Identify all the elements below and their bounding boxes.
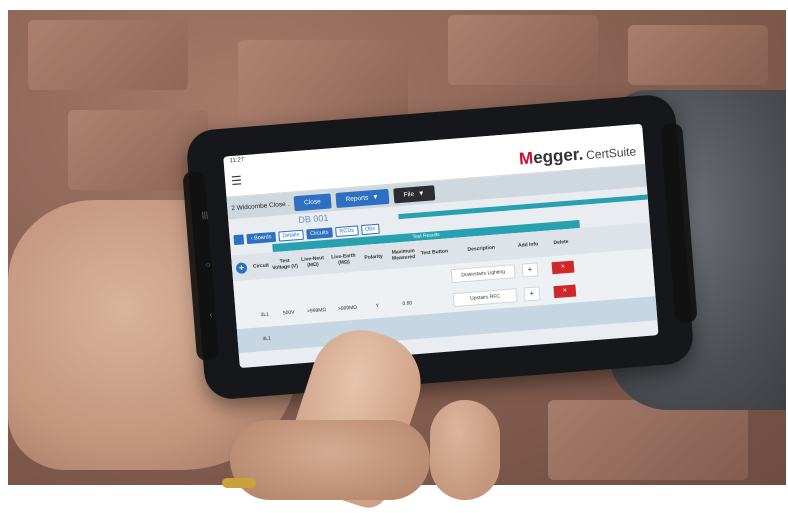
- phone: ||| ○ ‹ 11:27 ☰ Megger. CertSuite 2 Widco…: [182, 93, 698, 401]
- description-field[interactable]: Upstairs RFC: [452, 288, 518, 308]
- brand-logo: Megger. CertSuite: [518, 144, 637, 169]
- col-live-earth: Live-Earth (MΩ): [331, 252, 356, 267]
- tab-circuits[interactable]: Circuits: [305, 227, 333, 240]
- close-button[interactable]: Close: [293, 192, 332, 211]
- col-polarity: Polarity: [364, 253, 383, 261]
- tab-obs[interactable]: Obs: [360, 223, 380, 236]
- tab-boards[interactable]: ‹ Boards: [246, 231, 276, 245]
- tab-details[interactable]: Details: [278, 229, 304, 242]
- brick: [548, 400, 748, 480]
- hamburger-menu-icon[interactable]: ☰: [231, 173, 243, 188]
- col-live-neut: Live-Neut (MΩ): [300, 255, 325, 269]
- col-circuit: Circuit: [252, 262, 270, 270]
- breadcrumb: 2 Widcombe Close ...: [231, 200, 290, 212]
- description-field[interactable]: Downstairs Lighting: [450, 264, 516, 284]
- col-add-info: Add Info: [517, 241, 539, 249]
- nav-home-icon[interactable]: ○: [205, 260, 211, 269]
- delete-button[interactable]: ×: [551, 260, 575, 275]
- status-time: 11:27: [229, 157, 245, 165]
- col-zs: Maximum Measured: [391, 248, 416, 262]
- chevron-down-icon: ▼: [417, 189, 425, 198]
- add-info-button[interactable]: +: [521, 262, 539, 278]
- tab-rcds[interactable]: RCDs: [335, 225, 359, 238]
- board-title: DB 001: [298, 212, 329, 226]
- brick: [628, 25, 768, 85]
- add-circuit-button[interactable]: +: [235, 261, 248, 274]
- col-voltage: Test Voltage (V): [272, 257, 299, 272]
- app-screen: 11:27 ☰ Megger. CertSuite 2 Widcombe Clos…: [223, 123, 659, 369]
- add-info-button[interactable]: +: [523, 286, 541, 302]
- chevron-down-icon: ▼: [371, 193, 379, 201]
- col-description: Description: [467, 244, 496, 253]
- nav-back-icon[interactable]: ‹: [209, 310, 212, 319]
- col-delete: Delete: [553, 238, 569, 247]
- nav-menu-icon[interactable]: |||: [201, 210, 208, 219]
- hand-knuckles: [230, 420, 430, 500]
- reports-button[interactable]: Reports ▼: [335, 188, 390, 208]
- brick: [448, 15, 598, 85]
- gold-ring: [222, 478, 256, 488]
- col-afdd: Test Button: [420, 248, 449, 257]
- thumb: [430, 400, 500, 500]
- delete-button[interactable]: ×: [553, 284, 577, 299]
- grid-icon[interactable]: [233, 234, 245, 246]
- brick: [28, 20, 188, 90]
- brick: [238, 40, 408, 120]
- file-button[interactable]: File ▼: [393, 184, 436, 203]
